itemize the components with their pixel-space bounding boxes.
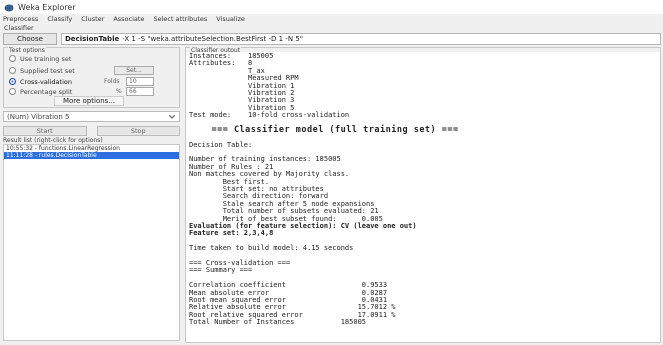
more-options-button[interactable]: More options...	[54, 96, 124, 106]
output-line: === Summary ===	[189, 266, 253, 275]
output-line: === Classifier model (full training set)…	[189, 124, 459, 135]
result-list-label: Result list (right-click for options)	[3, 137, 103, 144]
output-line: Total Number of Instances 185005	[189, 318, 367, 327]
percent-label: %	[116, 88, 122, 95]
folds-input[interactable]: 10	[126, 77, 154, 86]
classifier-config-field[interactable]: DecisionTable -X 1 -S "weka.attributeSel…	[61, 33, 661, 45]
output-line: === Cross-validation ===	[189, 258, 291, 267]
supplied-test-set-label: Supplied test set	[20, 66, 75, 75]
percentage-split-option[interactable]: Percentage split	[9, 87, 72, 96]
start-button[interactable]: Start	[3, 126, 87, 136]
result-list-item-selected[interactable]: 11:11:28 - rules.DecisionTable	[4, 152, 179, 159]
class-attribute-select[interactable]: (Num) Vibration 5	[3, 111, 180, 122]
output-line: Time taken to build model: 4.15 seconds	[189, 244, 354, 253]
radio-selected-icon[interactable]	[9, 78, 16, 85]
stop-button[interactable]: Stop	[96, 126, 180, 136]
cross-validation-option[interactable]: Cross-validation	[9, 77, 72, 86]
class-attribute-value: (Num) Vibration 5	[7, 112, 70, 121]
radio-icon[interactable]	[9, 67, 16, 74]
classifier-name: DecisionTable	[65, 35, 120, 43]
choose-button[interactable]: Choose	[3, 33, 57, 45]
percentage-split-label: Percentage split	[20, 87, 73, 96]
result-list-item[interactable]: 10:55:32 - functions.LinearRegression	[4, 145, 179, 152]
window-title: Weka Explorer	[18, 2, 76, 12]
start-stop-row: Start Stop	[3, 126, 180, 136]
classifier-options: -X 1 -S "weka.attributeSelection.BestFir…	[122, 35, 303, 43]
radio-icon[interactable]	[9, 88, 16, 95]
classifier-output-text[interactable]: Instances: 185005 Attributes: 8 T_ax Meas…	[186, 52, 660, 342]
test-options-title: Test options	[8, 47, 46, 54]
classifier-row: Choose DecisionTable -X 1 -S "weka.attri…	[0, 32, 663, 46]
weka-bird-icon	[4, 4, 14, 11]
tab-bar: Preprocess Classify Cluster Associate Se…	[0, 14, 663, 24]
set-test-set-button[interactable]: Set...	[114, 66, 154, 75]
result-list[interactable]: 10:55:32 - functions.LinearRegression 11…	[3, 144, 180, 341]
title-bar: Weka Explorer	[0, 0, 663, 14]
output-line: Feature set: 2,3,4,8	[189, 229, 274, 238]
tab-preprocess[interactable]: Preprocess	[3, 15, 38, 23]
classifier-section-label: Classifier	[4, 24, 34, 32]
use-training-set-label: Use training set	[20, 54, 72, 63]
chevron-down-icon	[169, 114, 175, 119]
supplied-test-set-option[interactable]: Supplied test set	[9, 66, 75, 75]
tab-visualize[interactable]: Visualize	[216, 15, 245, 23]
cross-validation-label: Cross-validation	[20, 77, 72, 86]
tab-associate[interactable]: Associate	[113, 15, 144, 23]
output-line: Instances: 185005	[189, 52, 274, 60]
test-options-panel: Test options Use training set Supplied t…	[3, 47, 180, 108]
folds-label: Folds	[104, 78, 120, 85]
radio-icon[interactable]	[9, 55, 16, 62]
use-training-set-option[interactable]: Use training set	[9, 54, 71, 63]
percent-input[interactable]: 66	[126, 87, 154, 96]
output-line: Test mode: 10-fold cross-validation	[189, 111, 350, 120]
output-line: Decision Table:	[189, 140, 253, 149]
tab-cluster[interactable]: Cluster	[81, 15, 104, 23]
tab-classify[interactable]: Classify	[47, 15, 72, 23]
tab-select-attributes[interactable]: Select attributes	[153, 15, 207, 23]
